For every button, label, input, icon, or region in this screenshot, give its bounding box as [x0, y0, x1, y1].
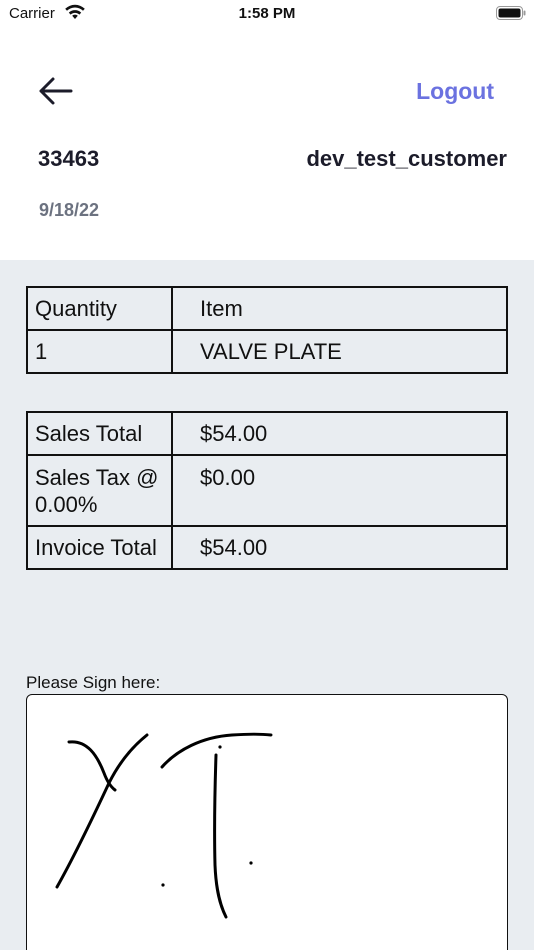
totals-table: Sales Total $54.00 Sales Tax @ 0.00% $0.… — [26, 411, 508, 570]
item-name: VALVE PLATE — [171, 329, 508, 374]
signature-pad[interactable] — [26, 694, 508, 950]
sales-total-label: Sales Total — [26, 411, 173, 456]
status-bar: Carrier 1:58 PM — [0, 0, 534, 30]
clock: 1:58 PM — [238, 5, 296, 22]
invoice-header: Logout 33463 dev_test_customer 9/18/22 — [0, 30, 534, 260]
column-header-quantity: Quantity — [26, 286, 173, 331]
customer-name: dev_test_customer — [306, 146, 507, 171]
arrow-left-icon — [39, 77, 73, 105]
signature-drawing — [55, 732, 273, 919]
item-quantity: 1 — [26, 329, 173, 374]
table-row: 1 VALVE PLATE — [26, 329, 508, 374]
sales-total-value: $54.00 — [171, 411, 508, 456]
items-table: Quantity Item 1 VALVE PLATE — [26, 286, 508, 374]
invoice-total-value: $54.00 — [171, 525, 508, 570]
invoice-date: 9/18/22 — [39, 200, 100, 220]
sales-tax-value: $0.00 — [171, 454, 508, 527]
invoice-number: 33463 — [38, 146, 100, 171]
table-header-row: Quantity Item — [26, 286, 508, 331]
table-row: Sales Tax @ 0.00% $0.00 — [26, 454, 508, 527]
table-row: Sales Total $54.00 — [26, 411, 508, 456]
battery-icon — [496, 6, 526, 20]
sales-tax-label: Sales Tax @ 0.00% — [26, 454, 173, 527]
table-row: Invoice Total $54.00 — [26, 525, 508, 570]
logout-button[interactable]: Logout — [416, 78, 494, 105]
back-button[interactable] — [36, 74, 76, 108]
invoice-total-label: Invoice Total — [26, 525, 173, 570]
signature-prompt: Please Sign here: — [26, 673, 161, 692]
column-header-item: Item — [171, 286, 508, 331]
